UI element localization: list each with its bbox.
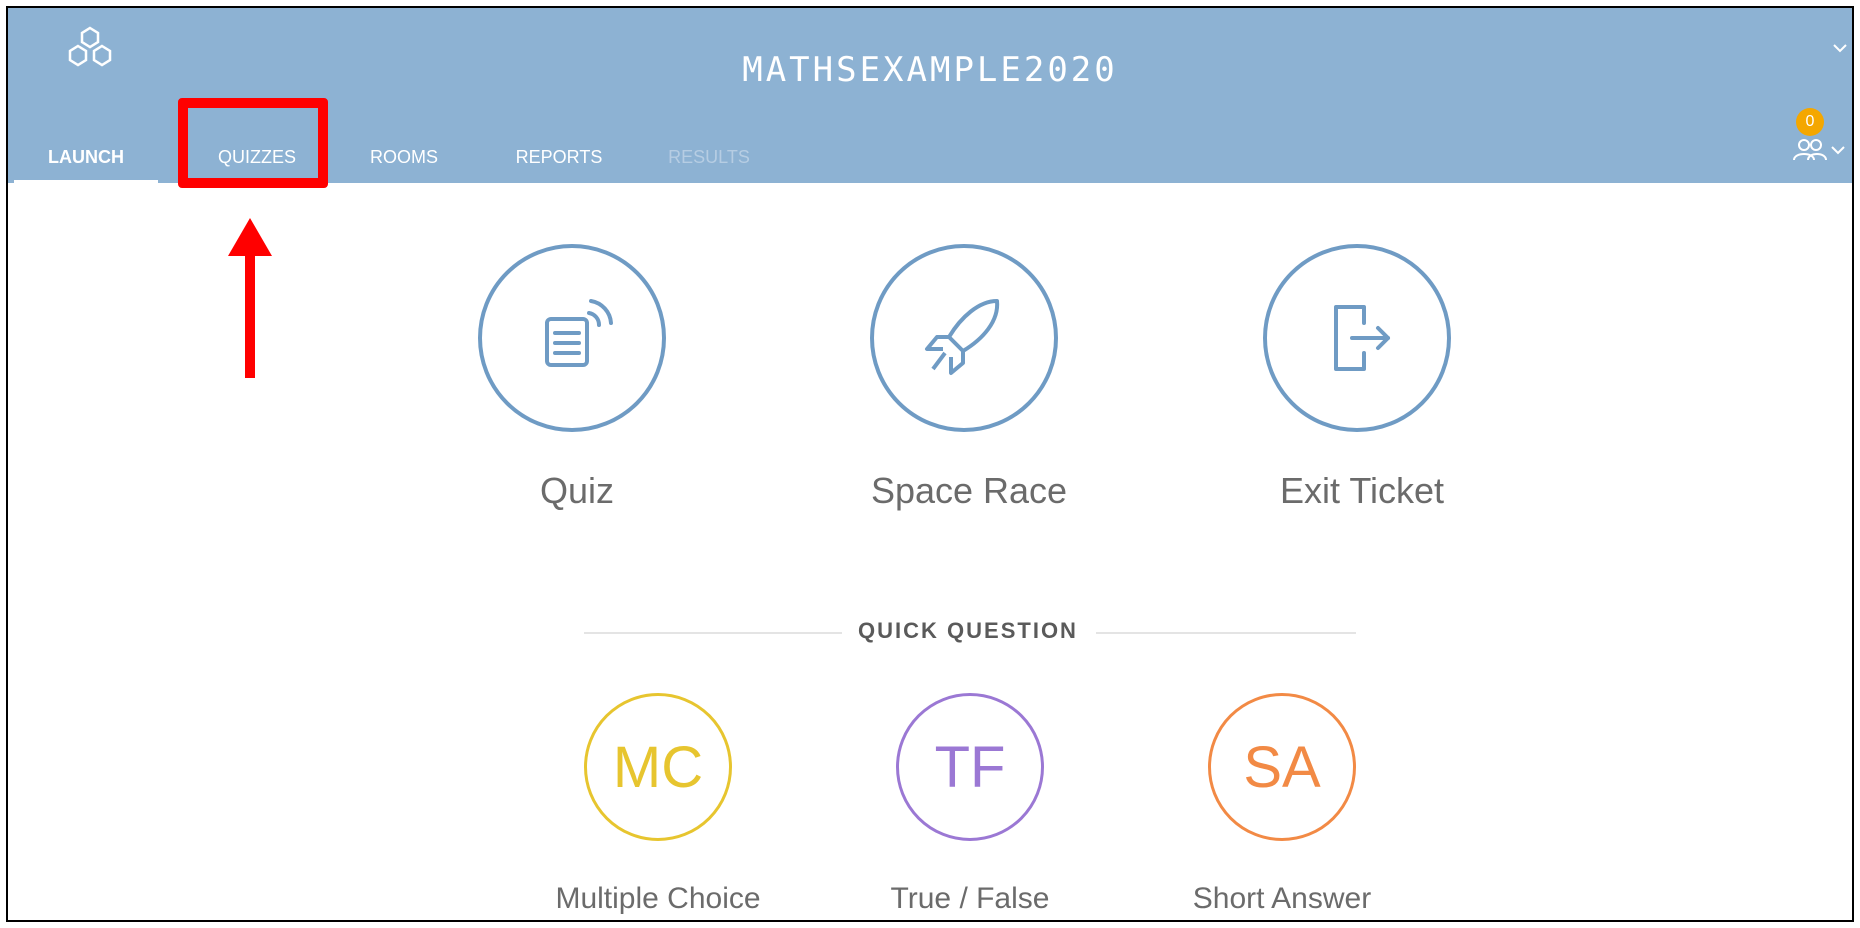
chevron-down-icon[interactable] <box>1832 42 1848 54</box>
app-window: MATHSEXAMPLE2020 LAUNCH QUIZZES ROOMS RE… <box>6 6 1854 922</box>
quiz-label: Quiz <box>539 470 615 511</box>
multiple-choice-label: Multiple Choice <box>555 882 761 915</box>
multiple-choice-button[interactable]: MC <box>584 693 732 841</box>
chevron-down-icon[interactable] <box>1830 144 1846 156</box>
divider-line <box>584 632 842 634</box>
short-answer-button[interactable]: SA <box>1208 693 1356 841</box>
space-race-launch-button[interactable] <box>870 244 1058 432</box>
quiz-document-broadcast-icon <box>545 299 613 367</box>
short-answer-label: Short Answer <box>1192 882 1372 915</box>
notification-badge: 0 <box>1796 108 1824 136</box>
rocket-icon <box>925 299 1000 375</box>
exit-ticket-label: Exit Ticket <box>1279 470 1445 511</box>
tab-reports[interactable]: REPORTS <box>504 144 614 183</box>
exit-door-icon <box>1334 305 1390 371</box>
divider-line <box>1096 632 1356 634</box>
quick-question-heading: QUICK QUESTION <box>858 618 1078 643</box>
quiz-launch-button[interactable] <box>478 244 666 432</box>
true-false-button[interactable]: TF <box>896 693 1044 841</box>
exit-ticket-launch-button[interactable] <box>1263 244 1451 432</box>
class-title: MATHSEXAMPLE2020 <box>742 50 1118 90</box>
true-false-label: True / False <box>890 882 1050 915</box>
tab-rooms[interactable]: ROOMS <box>354 144 454 183</box>
users-icon <box>1793 139 1827 161</box>
annotation-arrow-icon <box>228 218 272 378</box>
space-race-label: Space Race <box>870 470 1068 511</box>
tab-results: RESULTS <box>668 147 750 167</box>
tab-launch[interactable]: LAUNCH <box>14 144 158 183</box>
annotation-highlight-box <box>178 98 328 188</box>
user-menu[interactable]: 0 <box>1782 108 1852 168</box>
